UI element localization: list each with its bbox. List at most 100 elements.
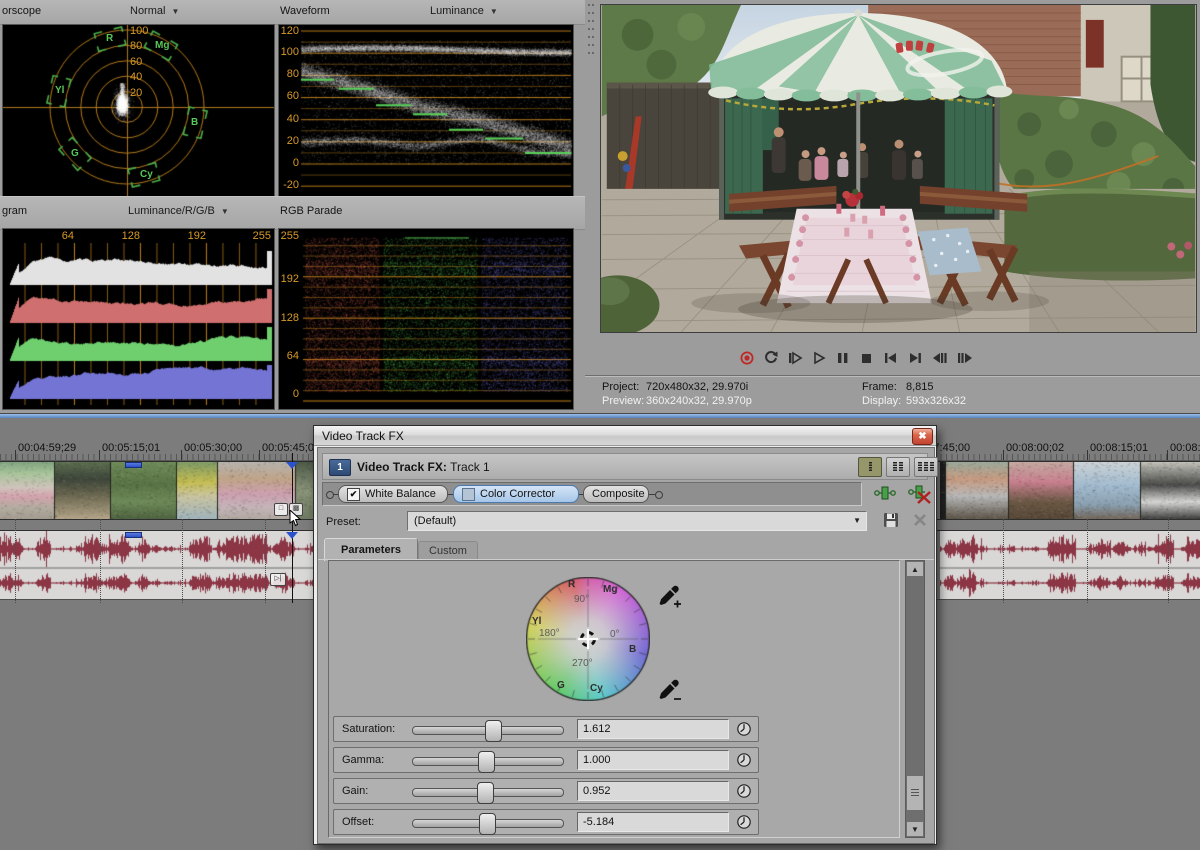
close-button[interactable]: ✖ bbox=[912, 428, 933, 445]
histogram-canvas bbox=[3, 229, 274, 409]
scroll-thumb[interactable] bbox=[906, 775, 924, 811]
video-event-right[interactable] bbox=[940, 462, 1200, 519]
animate-clock-icon[interactable] bbox=[736, 752, 752, 768]
tab-custom[interactable]: Custom bbox=[418, 541, 478, 561]
animate-clock-icon[interactable] bbox=[736, 721, 752, 737]
layout-single-column-button[interactable] bbox=[858, 457, 882, 477]
delete-preset-icon[interactable] bbox=[913, 513, 927, 527]
saturation-value-field[interactable]: 1.612 bbox=[577, 719, 729, 739]
ruler-timecode: 00:05:15;01 bbox=[102, 442, 160, 454]
fx-plugin-white-balance[interactable]: ✔ White Balance bbox=[338, 485, 448, 503]
gamma-slider-thumb[interactable] bbox=[478, 751, 495, 773]
wheel-crosshair[interactable] bbox=[577, 628, 599, 650]
histogram-mode-dropdown[interactable]: Luminance/R/G/B▼ bbox=[128, 205, 229, 217]
gain-slider[interactable] bbox=[412, 788, 564, 797]
layout-three-column-button[interactable] bbox=[914, 457, 938, 477]
single-column-icon bbox=[865, 461, 875, 473]
histogram-tick: 64 bbox=[50, 230, 74, 242]
plugin-chain-icon[interactable] bbox=[874, 484, 896, 502]
offset-slider-thumb[interactable] bbox=[479, 813, 496, 835]
fx-plugin-color-corrector[interactable]: Color Corrector bbox=[453, 485, 579, 503]
parade-tick: 64 bbox=[279, 350, 299, 362]
gamma-slider[interactable] bbox=[412, 757, 564, 766]
video-preview-scene bbox=[601, 5, 1196, 332]
tab-parameters[interactable]: Parameters bbox=[324, 538, 418, 561]
wheel-angle-0: 0° bbox=[610, 629, 620, 640]
saturation-slider[interactable] bbox=[412, 726, 564, 735]
stop-button[interactable] bbox=[858, 350, 876, 366]
playhead-line[interactable] bbox=[292, 453, 293, 603]
gain-value-field[interactable]: 0.952 bbox=[577, 781, 729, 801]
event-marker[interactable] bbox=[125, 462, 142, 468]
offset-value-field[interactable]: -5.184 bbox=[577, 812, 729, 832]
waveform-tick: 20 bbox=[279, 135, 299, 147]
next-frame-button[interactable] bbox=[956, 350, 976, 366]
fx-plugin-composite[interactable]: Composite bbox=[583, 485, 649, 503]
layout-two-column-button[interactable] bbox=[886, 457, 910, 477]
histogram-tick: 128 bbox=[116, 230, 140, 242]
chevron-down-icon[interactable]: ▼ bbox=[853, 512, 861, 530]
saturation-slider-thumb[interactable] bbox=[485, 720, 502, 742]
remove-plugin-icon[interactable] bbox=[908, 484, 932, 504]
white-balance-checkbox[interactable]: ✔ bbox=[347, 488, 360, 501]
color-wheel[interactable]: R Mg Yl B G Cy 90° 180° 0° 270° bbox=[526, 577, 650, 701]
panel-grip[interactable] bbox=[588, 4, 590, 54]
preset-dropdown[interactable]: (Default) ▼ bbox=[407, 511, 867, 531]
three-column-icon bbox=[918, 461, 934, 473]
vectorscope-mode-dropdown[interactable]: Normal▼ bbox=[130, 5, 179, 17]
dialog-titlebar[interactable]: Video Track FX bbox=[314, 426, 936, 446]
go-to-end-button[interactable] bbox=[906, 350, 924, 366]
previous-frame-button[interactable] bbox=[930, 350, 950, 366]
color-corrector-checkbox[interactable] bbox=[462, 488, 475, 501]
two-column-icon bbox=[892, 461, 904, 473]
audio-event-left[interactable] bbox=[0, 531, 313, 599]
project-label: Project: bbox=[602, 381, 639, 393]
panel-grip[interactable] bbox=[592, 4, 594, 54]
vectorscope-target-label: R bbox=[106, 33, 113, 44]
event-marker[interactable] bbox=[125, 532, 142, 538]
grid-line bbox=[1003, 519, 1004, 603]
eyedropper-subtract-icon[interactable] bbox=[656, 679, 682, 703]
record-button[interactable] bbox=[738, 350, 756, 366]
wheel-label-b: B bbox=[629, 644, 636, 655]
offset-slider[interactable] bbox=[412, 819, 564, 828]
animate-clock-icon[interactable] bbox=[736, 783, 752, 799]
eyedropper-add-icon[interactable] bbox=[656, 585, 682, 609]
display-label: Display: bbox=[862, 395, 901, 407]
vectorscope-target-label: Yl bbox=[55, 85, 64, 96]
video-preview-panel: Project: 720x480x32, 29.970i Preview: 36… bbox=[585, 0, 1200, 413]
scrollbar: ▲ ▼ bbox=[905, 560, 925, 838]
chevron-down-icon: ▼ bbox=[171, 7, 179, 16]
event-crop-icon[interactable]: □ bbox=[274, 503, 288, 516]
wheel-label-cy: Cy bbox=[590, 683, 603, 694]
pause-button[interactable] bbox=[834, 350, 852, 366]
playhead-marker[interactable] bbox=[286, 462, 298, 469]
gamma-value-field[interactable]: 1.000 bbox=[577, 750, 729, 770]
preview-value: 360x240x32, 29.970p bbox=[646, 395, 752, 407]
audio-event-right[interactable] bbox=[940, 531, 1200, 599]
go-to-start-button[interactable] bbox=[882, 350, 900, 366]
rgb-parade-canvas bbox=[279, 229, 573, 409]
waveform-canvas bbox=[279, 25, 573, 197]
scroll-down-button[interactable]: ▼ bbox=[906, 821, 924, 837]
ruler-major-tick bbox=[259, 450, 260, 460]
loop-playback-button[interactable] bbox=[762, 350, 780, 366]
waveform-mode-dropdown[interactable]: Luminance▼ bbox=[430, 5, 498, 17]
gain-slider-thumb[interactable] bbox=[477, 782, 494, 804]
ruler-timecode: 00:08:15;01 bbox=[1090, 442, 1148, 454]
grid-line bbox=[1087, 519, 1088, 603]
rgb-parade-title: RGB Parade bbox=[280, 205, 342, 217]
play-from-start-button[interactable] bbox=[786, 350, 804, 366]
wheel-angle-90: 90° bbox=[574, 594, 589, 605]
offset-label: Offset: bbox=[342, 816, 374, 828]
frame-label: Frame: bbox=[862, 381, 897, 393]
vectorscope-target-label: Mg bbox=[155, 40, 169, 51]
wheel-label-g: G bbox=[557, 680, 565, 691]
playhead-marker[interactable] bbox=[286, 532, 298, 539]
video-event-left[interactable] bbox=[0, 462, 313, 519]
scroll-up-button[interactable]: ▲ bbox=[906, 561, 924, 577]
play-button[interactable] bbox=[810, 350, 828, 366]
waveform-tick: 40 bbox=[279, 113, 299, 125]
save-preset-icon[interactable] bbox=[883, 512, 899, 528]
animate-clock-icon[interactable] bbox=[736, 814, 752, 830]
